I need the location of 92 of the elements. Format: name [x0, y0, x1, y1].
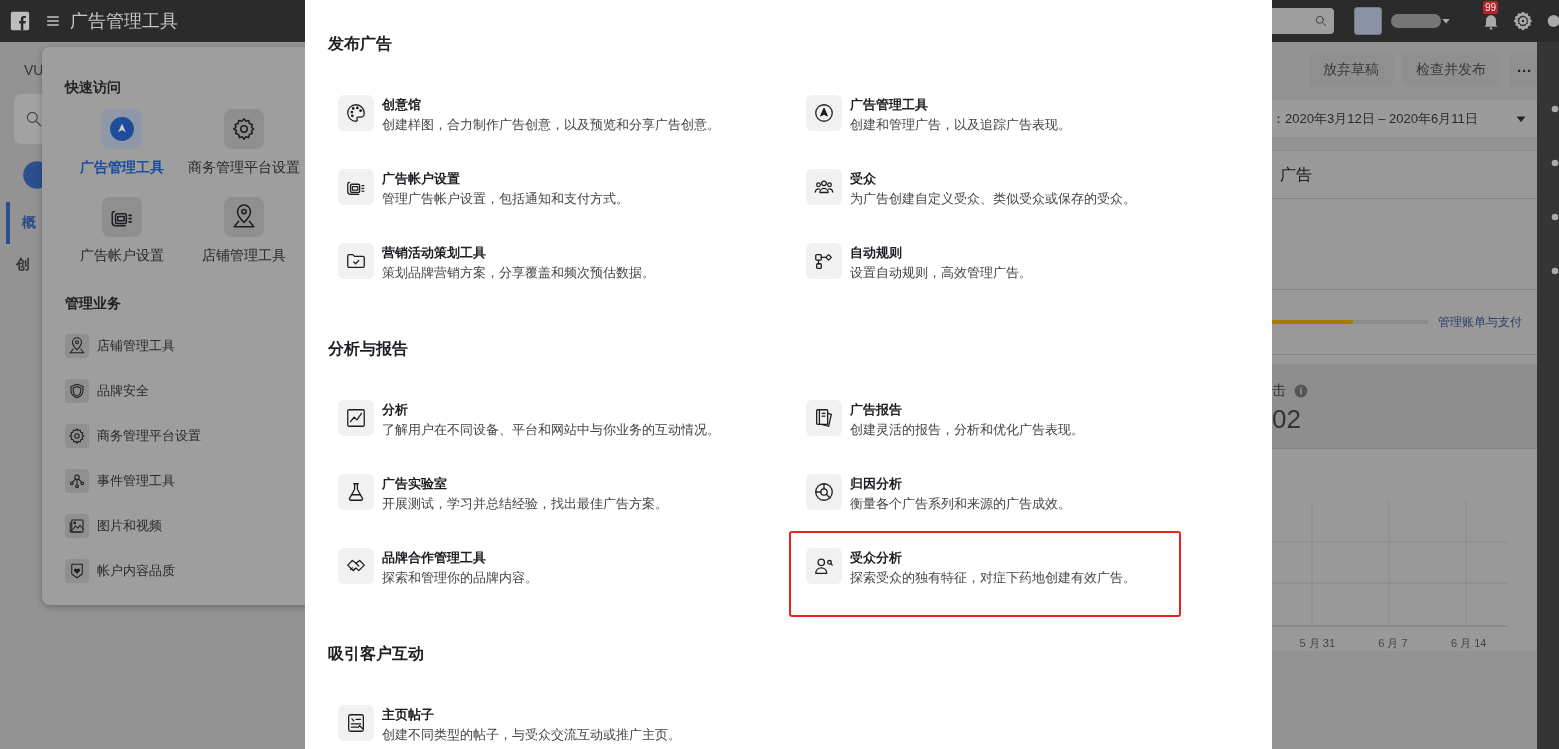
tool-item[interactable]: 品牌合作管理工具 探索和管理你的品牌内容。: [338, 548, 778, 588]
more-button[interactable]: ···: [1509, 53, 1537, 87]
caret-down-icon[interactable]: [1441, 16, 1451, 26]
quick-access-item[interactable]: 店铺管理工具: [183, 197, 305, 265]
shield-heart-icon: [68, 562, 86, 580]
menu-item[interactable]: 商务管理平台设置: [65, 424, 201, 448]
blurred-account-name: [1391, 14, 1441, 28]
date-range-picker[interactable]: ：2020年3月12日 – 2020年6月11日: [1272, 100, 1537, 137]
tool-description: 策划品牌营销方案，分享覆盖和频次预估数据。: [382, 264, 655, 282]
menu-item[interactable]: 图片和视频: [65, 514, 162, 538]
tool-item[interactable]: 受众分析 探索受众的独有特征，对症下药地创建有效广告。: [806, 548, 1246, 588]
axis-label: 6 月 7: [1378, 636, 1408, 651]
tool-description: 了解用户在不同设备、平台和网站中与你业务的互动情况。: [382, 421, 720, 439]
tool-description: 探索受众的独有特征，对症下药地创建有效广告。: [850, 569, 1136, 587]
search-icon: [24, 109, 44, 129]
tool-description: 创建不同类型的帖子，与受众交流互动或推广主页。: [382, 726, 681, 744]
tool-description: 设置自动规则，高效管理广告。: [850, 264, 1032, 282]
tool-item[interactable]: 营销活动策划工具 策划品牌营销方案，分享覆盖和频次预估数据。: [338, 243, 778, 283]
tool-title: 广告实验室: [382, 475, 448, 493]
palette-icon: [345, 102, 367, 124]
tool-description: 创建和管理广告，以及追踪广告表现。: [850, 116, 1071, 134]
tool-description: 衡量各个广告系列和来源的广告成效。: [850, 495, 1071, 513]
tool-item[interactable]: 受众 为广告创建自定义受众、类似受众或保存的受众。: [806, 169, 1246, 209]
billing-link[interactable]: 管理账单与支付: [1438, 313, 1522, 331]
map-pin-icon: [231, 204, 257, 230]
tool-item[interactable]: 创意馆 创建样图，合力制作广告创意，以及预览和分享广告创意。: [338, 95, 778, 135]
tool-title: 主页帖子: [382, 706, 435, 724]
tool-description: 创建样图，合力制作广告创意，以及预览和分享广告创意。: [382, 116, 720, 134]
axis-label: 6 月 14: [1450, 636, 1487, 651]
tool-item[interactable]: 分析 了解用户在不同设备、平台和网站中与你业务的互动情况。: [338, 400, 778, 440]
section-heading: 发布广告: [328, 34, 393, 54]
pie-target-icon: [813, 481, 835, 503]
line-chart-icon: [345, 407, 367, 429]
section-heading: 分析与报告: [328, 339, 409, 359]
tool-title: 广告报告: [850, 401, 903, 419]
app-title: 广告管理工具: [70, 10, 178, 33]
action-button[interactable]: 检查并发布: [1402, 53, 1500, 87]
settings-icon: [68, 427, 86, 445]
tool-item[interactable]: 广告管理工具 创建和管理广告，以及追踪广告表现。: [806, 95, 1246, 135]
tool-title: 分析: [382, 401, 409, 419]
menu-item[interactable]: 帐户内容品质: [65, 559, 175, 583]
tool-item[interactable]: 广告实验室 开展测试，学习并总结经验，找出最佳广告方案。: [338, 474, 778, 514]
metric-label: 击: [1272, 382, 1286, 400]
tool-title: 广告帐户设置: [382, 170, 461, 188]
tool-title: 品牌合作管理工具: [382, 549, 487, 567]
tool-item[interactable]: 归因分析 衡量各个广告系列和来源的广告成效。: [806, 474, 1246, 514]
tool-title: 受众: [850, 170, 877, 188]
tool-title: 自动规则: [850, 244, 903, 262]
info-icon: [1294, 384, 1308, 398]
menu-icon[interactable]: [46, 14, 60, 28]
section-heading: 快速访问: [65, 79, 122, 97]
axis-label: 5 月 31: [1299, 636, 1336, 651]
quick-access-item[interactable]: 商务管理平台设置: [183, 109, 305, 177]
tool-description: 创建灵活的报告，分析和优化广告表现。: [850, 421, 1084, 439]
report-icon: [813, 407, 835, 429]
section-heading: 管理业务: [65, 295, 122, 313]
notification-badge: 99: [1483, 1, 1499, 14]
tool-item[interactable]: 主页帖子 创建不同类型的帖子，与受众交流互动或推广主页。: [338, 705, 778, 745]
facebook-logo-icon: [10, 11, 30, 31]
tool-item[interactable]: 广告帐户设置 管理广告帐户设置，包括通知和支付方式。: [338, 169, 778, 209]
section-heading: 吸引客户互动: [328, 644, 425, 664]
action-button[interactable]: 放弃草稿: [1309, 53, 1393, 87]
navigation-icon: [813, 102, 835, 124]
search-field[interactable]: [1270, 8, 1334, 34]
tool-title: 营销活动策划工具: [382, 244, 487, 262]
map-pin-icon: [68, 337, 86, 355]
tool-description: 探索和管理你的品牌内容。: [382, 569, 538, 587]
tool-title: 创意馆: [382, 96, 422, 114]
settings-icon[interactable]: [1513, 11, 1533, 31]
tool-title: 广告管理工具: [850, 96, 929, 114]
nodes-icon: [68, 472, 86, 490]
shield-icon: [68, 382, 86, 400]
menu-item[interactable]: 店铺管理工具: [65, 334, 175, 358]
tool-title: 归因分析: [850, 475, 903, 493]
navigation-icon: [109, 116, 135, 142]
post-icon: [345, 712, 367, 734]
tool-description: 为广告创建自定义受众、类似受众或保存的受众。: [850, 190, 1136, 208]
tool-item[interactable]: 自动规则 设置自动规则，高效管理广告。: [806, 243, 1246, 283]
menu-item[interactable]: 品牌安全: [65, 379, 149, 403]
side-tab[interactable]: 创: [0, 244, 46, 286]
account-label: VU: [24, 62, 45, 78]
tool-description: 管理广告帐户设置，包括通知和支付方式。: [382, 190, 629, 208]
menu-item[interactable]: 事件管理工具: [65, 469, 175, 493]
search-icon: [1314, 14, 1328, 28]
tool-item[interactable]: 广告报告 创建灵活的报告，分析和优化广告表现。: [806, 400, 1246, 440]
tool-description: 开展测试，学习并总结经验，找出最佳广告方案。: [382, 495, 668, 513]
quick-access-item[interactable]: 广告管理工具: [61, 109, 183, 177]
image-icon: [68, 517, 86, 535]
quick-access-item[interactable]: 广告帐户设置: [61, 197, 183, 265]
metric-value: 02: [1272, 404, 1302, 435]
tool-title: 受众分析: [850, 549, 903, 567]
settings-icon: [231, 116, 257, 142]
